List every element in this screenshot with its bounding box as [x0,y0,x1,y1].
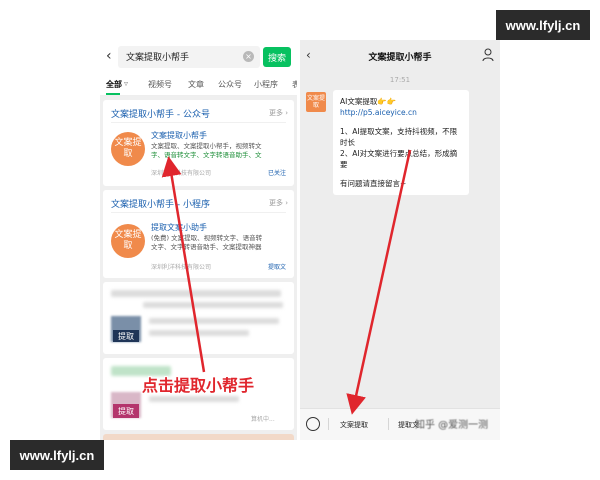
search-button[interactable]: 搜索 [263,47,291,67]
chat-header: ‹ 文案提取小帮手 [300,40,500,72]
divider [388,418,389,430]
tab-mini-programs[interactable]: 小程序 [254,79,278,90]
zhihu-watermark: 知乎 @爱测一测 [415,420,489,431]
tab-more[interactable]: 表 [292,79,297,90]
mini-program-name[interactable]: 提取文案小助手 [151,222,207,233]
description-line: 字、语音转文字、文字转语音助手、文 [151,151,262,159]
followed-badge: 已关注 [267,170,286,177]
official-account-card: 文案提取小帮手 - 公众号 更多 › 文案提取 文案提取小帮手 文案提取、文案提… [103,100,294,186]
filter-icon[interactable]: ▿ [124,79,128,88]
search-input[interactable]: 文案提取小帮手 × [118,46,260,68]
site-watermark: www.lfylj.cn [496,10,590,40]
tab-channels[interactable]: 视频号 [148,79,172,90]
blurred-text [143,302,283,308]
divider [111,212,286,213]
tab-official-accounts[interactable]: 公众号 [218,79,242,90]
mini-program-description: (免费) 文案提取、视频转文字、语音转 文字、文字转语音助手、文案提取神器 [151,234,287,252]
card-title: 文案提取小帮手 - 小程序 [111,200,210,210]
description-line: 文案提取、文案提取小帮手，视频转文 [151,142,262,150]
sender-avatar[interactable]: 文案提取 [306,92,326,112]
message-text: AI文案提取👉👉 [340,97,397,106]
keyboard-icon[interactable] [306,417,320,431]
mini-program-tag: 提取文 [267,264,286,271]
message-line: AI文案提取👉👉 http://p5.aiceyice.cn [340,96,462,118]
message-line: 2、AI对文案进行要点总结，形成摘要 [340,149,458,169]
tab-all[interactable]: 全部 [106,79,122,90]
description-line: 文字、文字转语音助手、文案提取神器 [151,243,262,251]
chat-menu-bar: 文案提取 提取文 知乎 @爱测一测 [300,408,500,440]
card-title: 文案提取小帮手 - 公众号 [111,110,210,120]
back-icon[interactable]: ‹ [106,48,112,64]
more-link[interactable]: 更多 › [269,198,288,208]
description-line: (免费) 文案提取、视频转文字、语音转 [151,234,263,242]
blurred-text [149,318,279,324]
account-description: 文案提取、文案提取小帮手，视频转文 字、语音转文字、文字转语音助手、文 [151,142,287,160]
next-result-preview [103,434,294,440]
account-owner: 深圳利洋科技有限公司 [151,170,212,177]
message-line: 有问题请直接留言~ [340,179,407,188]
message-link[interactable]: http://p5.aiceyice.cn [340,108,417,117]
mini-program-card: 文案提取小帮手 - 小程序 更多 › 文案提取 提取文案小助手 (免费) 文案提… [103,190,294,278]
thumbnail-badge: 提取 [113,404,139,418]
filter-tabs: 全部 ▿ 视频号 文章 公众号 小程序 表 [100,74,297,96]
chat-screen: ‹ 文案提取小帮手 17:51 文案提取 AI文案提取👉👉 http://p5.… [300,40,500,440]
message-timestamp: 17:51 [389,76,411,84]
menu-item-text-extract[interactable]: 文案提取 [340,420,368,430]
result-meta: 算机中... [251,416,275,423]
tab-articles[interactable]: 文章 [188,79,204,90]
search-query: 文案提取小帮手 [126,53,190,63]
blurred-text [149,396,239,402]
more-label: 更多 [268,109,283,117]
account-name[interactable]: 文案提取小帮手 [151,130,207,141]
chat-title: 文案提取小帮手 [368,53,432,63]
active-tab-indicator [106,93,120,95]
account-avatar[interactable]: 文案提取 [111,132,145,166]
mini-program-avatar[interactable]: 文案提取 [111,224,145,258]
thumbnail-badge: 提取 [113,330,139,342]
message-bubble: AI文案提取👉👉 http://p5.aiceyice.cn 1、AI提取文案，… [333,90,469,195]
more-link[interactable]: 更多 › [269,108,288,118]
site-watermark: www.lfylj.cn [10,440,104,470]
search-bar: ‹ 文案提取小帮手 × 搜索 [100,40,297,74]
clear-icon[interactable]: × [243,51,254,62]
divider [328,418,329,430]
blurred-result-card[interactable]: 提取 [103,282,294,354]
message-line: 1、AI提取文案，支持抖视频，不限时长 [340,127,458,147]
annotation-text: 点击提取小帮手 [142,376,255,395]
more-label: 更多 [268,199,283,207]
divider [111,122,286,123]
screenshot-canvas: ‹ 文案提取小帮手 × 搜索 全部 ▿ 视频号 文章 公众号 小程序 表 文案提… [0,0,600,480]
profile-icon[interactable] [482,48,494,62]
blurred-text [149,330,249,336]
blurred-text [111,290,281,297]
mini-program-owner: 深圳利洋科技有限公司 [151,264,212,271]
